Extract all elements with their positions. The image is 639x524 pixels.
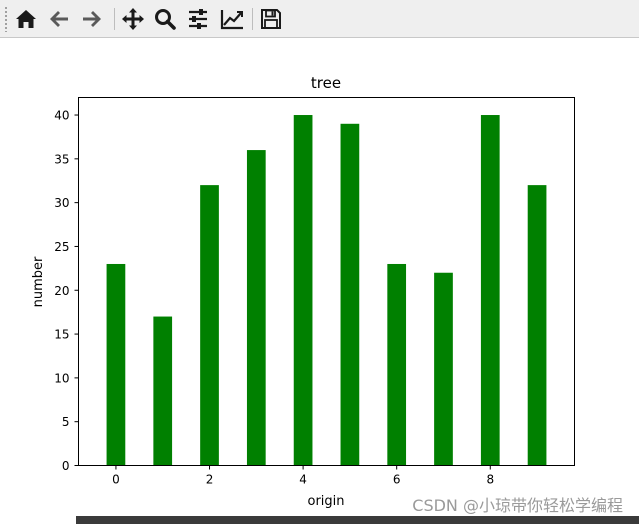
toolbar-separator [114,8,115,30]
x-ticks-group: 0 2 4 6 8 [112,465,494,487]
bar [527,185,547,466]
bar [434,272,453,466]
x-tick-label: 0 [112,473,120,487]
y-tick-label: 10 [54,371,69,385]
back-arrow-icon [47,7,71,31]
home-button[interactable] [13,6,39,32]
bar-chart: tree origin number 0 2 4 6 8 0 5 10 15 20 25 30 35 4… [31,74,575,509]
pan-button[interactable] [120,6,146,32]
bar [200,185,219,466]
toolbar-grip[interactable] [4,6,8,32]
bar [293,115,313,466]
figure-canvas[interactable]: tree origin number 0 2 4 6 8 0 5 10 15 20 25 30 35 4… [0,38,639,524]
bar [340,123,360,466]
y-tick-label: 40 [54,109,69,123]
y-tick-label: 15 [54,328,69,342]
forward-button[interactable] [79,6,105,32]
plot-frame [78,97,575,466]
y-ticks-group: 0 5 10 15 20 25 30 35 40 [54,109,79,473]
configure-subplots-button[interactable] [185,6,211,32]
watermark-text: CSDN @小琼带你轻松学编程 [410,496,625,516]
toolbar-separator [252,8,253,30]
x-tick-label: 6 [393,473,401,487]
x-axis-label: origin [307,494,344,509]
y-tick-label: 30 [54,196,69,210]
zoom-icon [153,7,177,31]
y-tick-label: 20 [54,284,69,298]
x-tick-label: 2 [206,473,214,487]
window-bottom-edge [76,516,639,524]
configure-subplots-icon [186,7,210,31]
edit-axis-button[interactable] [219,6,245,32]
x-tick-label: 4 [299,473,307,487]
figure-window: tree origin number 0 2 4 6 8 0 5 10 15 20 25 30 35 4… [0,0,639,524]
save-icon [259,7,283,31]
bar [387,263,407,466]
chart-title: tree [311,74,341,92]
y-tick-label: 5 [62,415,70,429]
bar [153,316,173,466]
y-tick-label: 35 [54,152,69,166]
zoom-button[interactable] [152,6,178,32]
forward-arrow-icon [80,7,104,31]
edit-axis-icon [219,7,245,31]
save-button[interactable] [258,6,284,32]
y-tick-label: 0 [62,459,70,473]
pan-icon [121,7,145,31]
bar [106,263,126,466]
y-axis-label: number [31,256,46,307]
home-icon [14,7,38,31]
bars-group [106,115,547,466]
x-tick-label: 8 [486,473,494,487]
bar [480,115,500,466]
navigation-toolbar [0,0,639,38]
y-tick-label: 25 [54,240,69,254]
back-button[interactable] [46,6,72,32]
bar [246,150,266,466]
